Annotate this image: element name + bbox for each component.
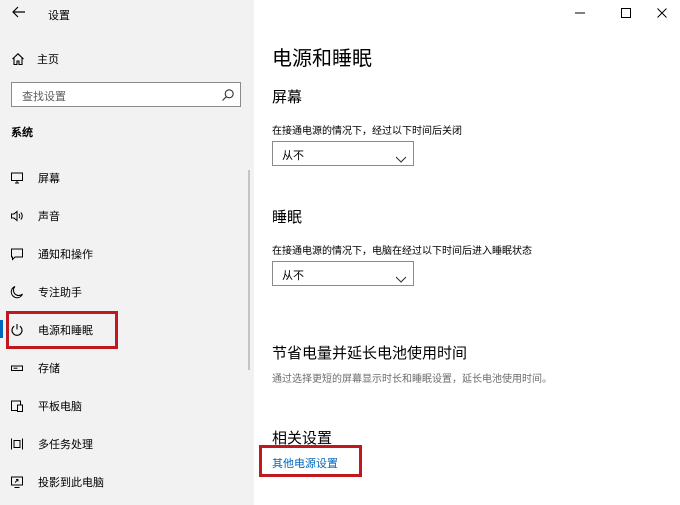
sidebar-item-label: 平板电脑: [38, 400, 82, 413]
search-placeholder: 查找设置: [22, 90, 66, 103]
storage-icon: [10, 360, 24, 374]
sleep-timeout-dropdown[interactable]: 从不: [272, 261, 414, 286]
tablet-icon: [10, 398, 24, 412]
sidebar-item-label: 主页: [37, 53, 59, 66]
sidebar-item-sound[interactable]: 声音: [0, 198, 246, 232]
sidebar-item-home[interactable]: 主页: [0, 46, 254, 72]
sidebar-item-label: 屏幕: [38, 172, 60, 185]
notification-icon: [10, 246, 24, 261]
sidebar: 设置 主页 查找设置 系统 屏幕 声音 通知和操作 专注助手 电源和睡眠 存储 …: [0, 0, 254, 505]
section-heading-sleep: 睡眠: [272, 208, 303, 226]
sidebar-item-label: 专注助手: [38, 286, 82, 299]
sidebar-item-display[interactable]: 屏幕: [0, 160, 246, 194]
search-icon[interactable]: [221, 87, 235, 101]
screen-timeout-label: 在接通电源的情况下，经过以下时间后关闭: [272, 126, 462, 137]
sidebar-item-label: 投影到此电脑: [38, 476, 104, 489]
close-button[interactable]: [649, 3, 675, 23]
project-icon: [10, 474, 24, 488]
minimize-icon: [575, 12, 585, 14]
chevron-down-icon: [395, 269, 407, 283]
monitor-icon: [10, 170, 24, 184]
close-icon: [657, 8, 667, 18]
dropdown-value: 从不: [282, 149, 304, 162]
sidebar-item-label: 多任务处理: [38, 438, 93, 451]
multitask-icon: [10, 436, 24, 450]
chevron-down-icon: [395, 149, 407, 163]
page-title: 电源和睡眠: [272, 46, 372, 70]
app-title: 设置: [48, 9, 70, 22]
screen-timeout-dropdown[interactable]: 从不: [272, 141, 414, 166]
sidebar-item-project-to-pc[interactable]: 投影到此电脑: [0, 464, 246, 498]
minimize-button[interactable]: [567, 3, 593, 23]
sidebar-item-label: 存储: [38, 362, 60, 375]
search-input[interactable]: 查找设置: [11, 82, 241, 107]
section-heading-battery: 节省电量并延长电池使用时间: [272, 344, 468, 362]
maximize-button[interactable]: [613, 3, 639, 23]
sidebar-item-storage[interactable]: 存储: [0, 350, 246, 384]
dropdown-value: 从不: [282, 269, 304, 282]
sidebar-item-label: 通知和操作: [38, 248, 93, 261]
sidebar-item-multitasking[interactable]: 多任务处理: [0, 426, 246, 460]
back-arrow-icon[interactable]: [10, 4, 28, 22]
maximize-icon: [621, 8, 631, 18]
sidebar-item-notifications[interactable]: 通知和操作: [0, 236, 246, 270]
section-title: 系统: [11, 126, 33, 139]
annotation-highlight-box: [259, 445, 362, 477]
annotation-highlight-box: [6, 311, 118, 349]
sidebar-item-label: 声音: [38, 210, 60, 223]
sleep-timeout-label: 在接通电源的情况下，电脑在经过以下时间后进入睡眠状态: [272, 246, 532, 257]
moon-icon: [10, 284, 24, 299]
speaker-icon: [10, 208, 24, 222]
battery-description: 通过选择更短的屏幕显示时长和睡眠设置，延长电池使用时间。: [272, 374, 552, 385]
home-icon: [11, 51, 27, 67]
sidebar-item-focus-assist[interactable]: 专注助手: [0, 274, 246, 308]
section-heading-screen: 屏幕: [272, 88, 303, 106]
sidebar-item-tablet[interactable]: 平板电脑: [0, 388, 246, 422]
sidebar-scrollbar[interactable]: [248, 170, 250, 370]
